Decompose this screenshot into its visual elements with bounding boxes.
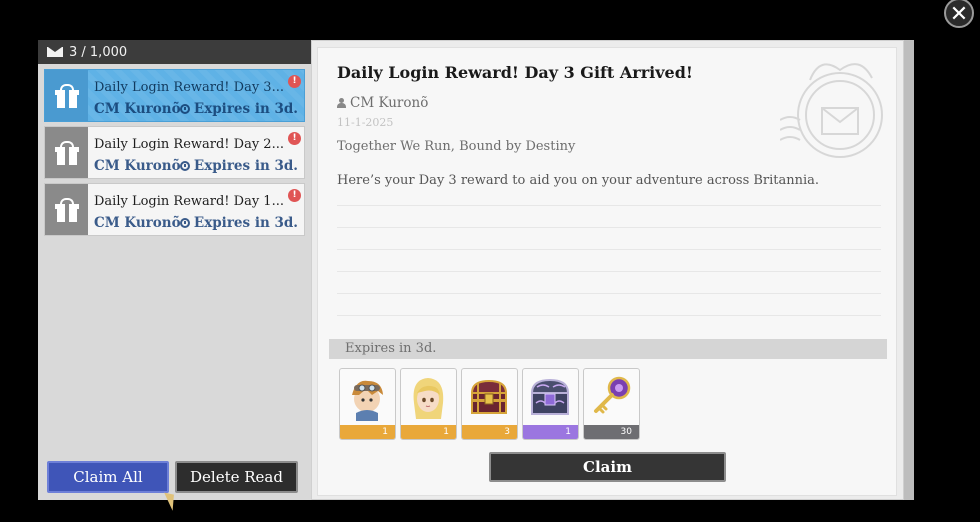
- reward-item[interactable]: 30: [583, 368, 640, 440]
- gift-icon: [45, 70, 88, 121]
- letter-sender-name: CM Kuronõ: [350, 95, 429, 111]
- mail-item-expiry: Expires in 3d.: [179, 215, 298, 231]
- purple-chest-icon: [530, 378, 570, 415]
- letter-title: Daily Login Reward! Day 3 Gift Arrived!: [337, 63, 693, 82]
- reward-item[interactable]: 1: [400, 368, 457, 440]
- ruled-line: [337, 249, 881, 250]
- alert-badge: !: [288, 132, 301, 145]
- alert-badge: !: [288, 189, 301, 202]
- mail-item-expiry-text: Expires in 3d.: [193, 215, 298, 231]
- gift-icon: [45, 184, 88, 235]
- clock-icon: [179, 218, 190, 228]
- alert-badge: !: [288, 75, 301, 88]
- treasure-chest-icon: [470, 379, 508, 414]
- ruled-line: [337, 205, 881, 206]
- character-boy-icon: [352, 380, 383, 421]
- mail-count: 3 / 1,000: [69, 44, 128, 60]
- reward-qty: 1: [523, 425, 578, 439]
- letter-date: 11-1-2025: [337, 116, 394, 129]
- reward-item[interactable]: 3: [461, 368, 518, 440]
- person-icon: [337, 98, 346, 108]
- letter-subject: Together We Run, Bound by Destiny: [337, 139, 576, 154]
- mail-item-expiry: Expires in 3d.: [179, 101, 298, 117]
- mail-item-title: Daily Login Reward! Day 3...: [94, 80, 284, 95]
- ruled-line: [337, 271, 881, 272]
- mail-item-day-1[interactable]: Daily Login Reward! Day 1... CM Kuronõ E…: [44, 183, 305, 236]
- reward-expiry-bar: Expires in 3d.: [329, 339, 887, 359]
- letter-sender: CM Kuronõ: [337, 95, 428, 111]
- ruled-line: [337, 315, 881, 316]
- mail-list: Daily Login Reward! Day 3... CM Kuronõ E…: [44, 69, 305, 240]
- mail-item-expiry: Expires in 3d.: [179, 158, 298, 174]
- close-button[interactable]: ✕: [944, 0, 974, 28]
- reward-qty: 1: [340, 425, 395, 439]
- clock-icon: [179, 104, 190, 114]
- mail-item-sender: CM Kuronõ: [94, 101, 181, 117]
- mailbox-header: 3 / 1,000: [38, 40, 311, 64]
- clock-icon: [179, 161, 190, 171]
- reward-item[interactable]: 1: [339, 368, 396, 440]
- mail-item-expiry-text: Expires in 3d.: [193, 158, 298, 174]
- ruled-line: [337, 227, 881, 228]
- reward-list: 1 1 3 1 30: [339, 368, 640, 440]
- mail-item-title: Daily Login Reward! Day 1...: [94, 194, 284, 209]
- reward-qty: 30: [584, 425, 639, 439]
- mail-item-sender: CM Kuronõ: [94, 158, 181, 174]
- mail-item-sender: CM Kuronõ: [94, 215, 181, 231]
- delete-read-button[interactable]: Delete Read: [175, 461, 298, 493]
- postmark-stamp-icon: [780, 63, 883, 158]
- claim-button[interactable]: Claim: [489, 452, 726, 482]
- letter-body: Here’s your Day 3 reward to aid you on y…: [337, 173, 820, 188]
- mail-item-day-2[interactable]: Daily Login Reward! Day 2... CM Kuronõ E…: [44, 126, 305, 179]
- mail-list-panel: 3 / 1,000 Daily Login Reward! Day 3... C…: [38, 40, 311, 500]
- mail-item-day-3[interactable]: Daily Login Reward! Day 3... CM Kuronõ E…: [44, 69, 305, 122]
- mail-item-title: Daily Login Reward! Day 2...: [94, 137, 284, 152]
- claim-all-button[interactable]: Claim All: [47, 461, 169, 493]
- ruled-line: [337, 293, 881, 294]
- key-icon: [594, 376, 631, 414]
- envelope-icon: [47, 47, 63, 57]
- panel-edge: [904, 40, 914, 500]
- gift-icon: [45, 127, 88, 178]
- reward-item[interactable]: 1: [522, 368, 579, 440]
- character-girl-icon: [413, 378, 444, 419]
- reward-qty: 3: [462, 425, 517, 439]
- reward-qty: 1: [401, 425, 456, 439]
- mail-item-expiry-text: Expires in 3d.: [193, 101, 298, 117]
